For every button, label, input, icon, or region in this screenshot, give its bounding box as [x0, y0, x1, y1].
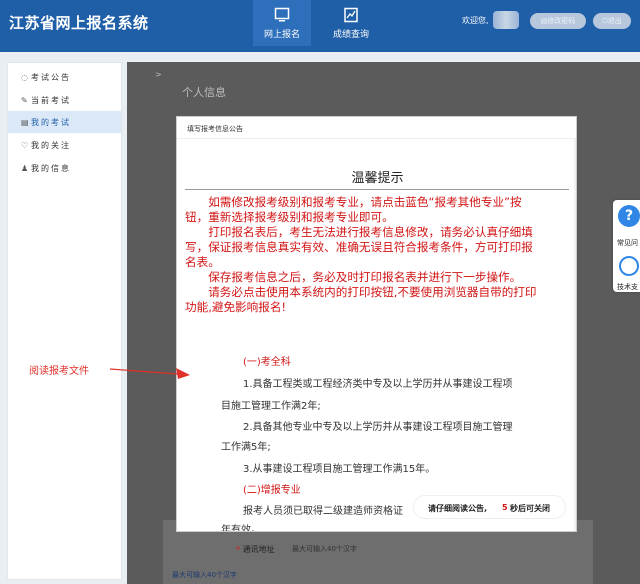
nav-score-query-label: 成绩查询: [332, 30, 369, 40]
sidebar-item-current-exams[interactable]: ✎ 当前考试: [8, 89, 121, 111]
address-label: * 通讯地址: [236, 545, 275, 554]
user-icon: ♟: [21, 164, 29, 173]
countdown-seconds: 5: [502, 503, 508, 512]
max-input-note: 最大可输入40个汉字: [172, 571, 237, 579]
section-title-personal-info: 个人信息: [182, 86, 226, 99]
edit-icon: ✎: [21, 96, 28, 105]
list-icon: ▤: [21, 118, 29, 127]
warning-paragraph: 如需修改报考级别和报考专业，请点击蓝色“报考其他专业”按钮，重新选择报考级别和报…: [185, 195, 522, 224]
help-float-panel: ? 常见问 技术支: [613, 200, 640, 292]
support-icon[interactable]: [619, 256, 639, 276]
address-input[interactable]: 最大可输入40个汉字: [292, 544, 357, 554]
requirement-text: 工作满5年;: [221, 442, 271, 453]
speaker-icon: ◌: [21, 73, 28, 82]
sidebar-item-exam-announcements[interactable]: ◌ 考试公告: [8, 66, 121, 88]
warning-paragraph: 打印报名表后，考生无法进行报考信息修改，请务必认真仔细填写，保证报考信息真实有效…: [185, 225, 533, 269]
modal-scrollbar[interactable]: [574, 139, 576, 531]
chart-doc-icon: [344, 7, 358, 23]
toast-prefix: 请仔细阅读公告,: [428, 504, 488, 513]
app-title: 江苏省网上报名系统: [9, 14, 149, 32]
top-header: 江苏省网上报名系统 网上报名 成绩查询 欢迎您, ▤修改密码 ⏻退出: [0, 0, 640, 52]
modal-title: 填写报考信息公告: [187, 125, 243, 133]
requirement-text: 2.具备其他专业中专及以上学历并从事建设工程项目施工管理: [243, 422, 513, 433]
nav-online-registration-label: 网上报名: [263, 30, 300, 40]
section-heading-full: (一)考全科: [243, 357, 291, 368]
warning-text-block: 如需修改报考级别和报考专业，请点击蓝色“报考其他专业”按钮，重新选择报考级别和报…: [185, 195, 537, 315]
requirement-text: 3.从事建设工程项目施工管理工作满15年。: [243, 464, 436, 475]
requirement-text: 1.具备工程类或工程经济类中专及以上学历并从事建设工程项: [243, 379, 513, 390]
question-icon[interactable]: ?: [618, 205, 640, 227]
nav-online-registration[interactable]: 网上报名: [253, 0, 311, 46]
countdown-toast: 请仔细阅读公告, 5 秒后可关闭: [413, 495, 566, 519]
nav-score-query[interactable]: 成绩查询: [322, 0, 380, 46]
tech-support-link[interactable]: 技术支: [617, 282, 638, 292]
arrow-right-icon: [109, 368, 190, 379]
logout-button[interactable]: ⏻退出: [593, 13, 631, 29]
sidebar-item-my-info[interactable]: ♟ 我的信息: [8, 157, 121, 179]
requirement-text: 目施工管理工作满2年;: [221, 401, 321, 412]
modal-header: 填写报考信息公告: [177, 117, 576, 139]
heart-icon: ♡: [21, 141, 29, 150]
section-heading-extra: (二)增报专业: [243, 485, 301, 496]
divider: [185, 189, 569, 190]
sidebar-item-my-exams[interactable]: ▤ 我的考试: [8, 111, 121, 133]
change-password-button[interactable]: ▤修改密码: [530, 13, 586, 29]
announcement-modal: 填写报考信息公告 温馨提示 如需修改报考级别和报考专业，请点击蓝色“报考其他专业…: [176, 116, 577, 532]
breadcrumb: >: [155, 70, 162, 79]
sidebar-item-my-follows[interactable]: ♡ 我的关注: [8, 134, 121, 156]
username-redacted: [493, 11, 519, 29]
welcome-text: 欢迎您,: [462, 16, 489, 25]
warning-paragraph: 请务必点击使用本系统内的打印按钮,不要使用浏览器自带的打印功能,避免影响报名!: [185, 285, 537, 314]
toast-suffix: 秒后可关闭: [510, 504, 550, 513]
requirement-text: 报考人员须已取得二级建造师资格证: [243, 506, 403, 517]
notice-title: 温馨提示: [351, 171, 404, 186]
annotation-label: 阅读报考文件: [29, 366, 89, 377]
warning-paragraph: 保存报考信息之后，务必及时打印报名表并进行下一步操作。: [208, 270, 522, 284]
requirement-text: 年有效。: [221, 525, 261, 532]
sidebar: ◌ 考试公告 ✎ 当前考试 ▤ 我的考试 ♡ 我的关注 ♟ 我的信息: [7, 62, 122, 580]
monitor-icon: [274, 7, 290, 22]
faq-link[interactable]: 常见问: [617, 238, 638, 248]
